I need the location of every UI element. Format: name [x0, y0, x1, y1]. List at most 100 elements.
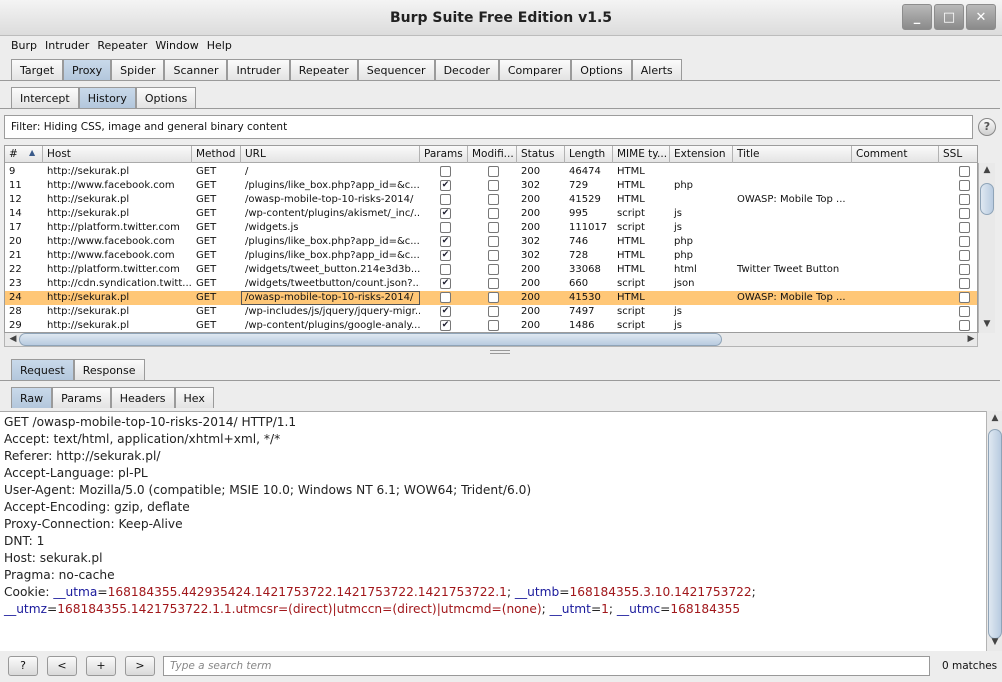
split-pane-grip[interactable] — [490, 350, 510, 354]
tab-target[interactable]: Target — [11, 59, 64, 80]
table-vertical-scrollbar[interactable]: ▲ ▼ — [978, 163, 995, 333]
row-modified-checkbox[interactable] — [488, 264, 499, 275]
menu-burp[interactable]: Burp — [7, 36, 41, 56]
row-params-checkbox[interactable]: ✔ — [440, 180, 451, 191]
row-params-checkbox[interactable] — [440, 292, 451, 303]
row-modified-checkbox[interactable] — [488, 208, 499, 219]
tab-comparer[interactable]: Comparer — [498, 59, 572, 80]
message-tab-response[interactable]: Response — [73, 359, 145, 380]
column-header-status[interactable]: Status — [517, 146, 565, 163]
help-button[interactable]: ? — [8, 656, 38, 676]
row-modified-checkbox[interactable] — [488, 292, 499, 303]
menu-repeater[interactable]: Repeater — [93, 36, 151, 56]
row-ssl-checkbox[interactable] — [959, 250, 970, 261]
column-header-num[interactable]: # ▲ — [5, 146, 43, 163]
minimize-button[interactable]: _ — [902, 4, 932, 30]
row-params-checkbox[interactable]: ✔ — [440, 208, 451, 219]
view-tab-params[interactable]: Params — [52, 387, 111, 408]
table-row[interactable]: 29 http://sekurak.pl GET/wp-content/plugin… — [5, 319, 977, 332]
menu-intruder[interactable]: Intruder — [41, 36, 93, 56]
row-modified-checkbox[interactable] — [488, 306, 499, 317]
menu-window[interactable]: Window — [151, 36, 202, 56]
column-header-extension[interactable]: Extension — [670, 146, 733, 163]
table-row[interactable]: 11 http://www.facebook.com GET/plugins/lik… — [5, 179, 977, 193]
tab-sequencer[interactable]: Sequencer — [357, 59, 435, 80]
row-params-checkbox[interactable] — [440, 222, 451, 233]
filter-bar[interactable]: Filter: Hiding CSS, image and general bi… — [4, 115, 973, 139]
row-ssl-checkbox[interactable] — [959, 180, 970, 191]
row-ssl-checkbox[interactable] — [959, 222, 970, 233]
row-modified-checkbox[interactable] — [488, 166, 499, 177]
tab-scanner[interactable]: Scanner — [164, 59, 228, 80]
table-horizontal-scrollbar[interactable]: ◀ ▶ — [4, 333, 978, 347]
tab-decoder[interactable]: Decoder — [434, 59, 499, 80]
row-params-checkbox[interactable]: ✔ — [440, 250, 451, 261]
proxy-tab-options[interactable]: Options — [135, 87, 197, 108]
request-editor[interactable]: GET /owasp-mobile-top-10-risks-2014/ HTT… — [0, 411, 986, 651]
tab-repeater[interactable]: Repeater — [289, 59, 358, 80]
maximize-button[interactable]: □ — [934, 4, 964, 30]
message-tab-request[interactable]: Request — [11, 359, 74, 380]
row-ssl-checkbox[interactable] — [959, 264, 970, 275]
row-ssl-checkbox[interactable] — [959, 320, 970, 331]
tab-intruder[interactable]: Intruder — [227, 59, 290, 80]
row-params-checkbox[interactable] — [440, 194, 451, 205]
row-modified-checkbox[interactable] — [488, 250, 499, 261]
previous-match-button[interactable]: < — [47, 656, 77, 676]
column-header-mime-ty[interactable]: MIME ty... — [613, 146, 670, 163]
table-row[interactable]: 12 http://sekurak.pl GET/owasp-mobile-top-… — [5, 193, 977, 207]
column-header-comment[interactable]: Comment — [852, 146, 939, 163]
close-button[interactable]: ✕ — [966, 4, 996, 30]
tab-options[interactable]: Options — [571, 59, 632, 80]
row-modified-checkbox[interactable] — [488, 320, 499, 331]
table-row[interactable]: 24 http://sekurak.pl GET/owasp-mobile-top-… — [5, 291, 977, 305]
scroll-right-arrow-icon[interactable]: ▶ — [963, 334, 979, 344]
row-params-checkbox[interactable] — [440, 264, 451, 275]
table-vertical-scroll-thumb[interactable] — [980, 183, 994, 215]
column-header-length[interactable]: Length — [565, 146, 613, 163]
table-row[interactable]: 22 http://platform.twitter.com GET/widgets… — [5, 263, 977, 277]
row-ssl-checkbox[interactable] — [959, 278, 970, 289]
editor-scroll-down-arrow-icon[interactable]: ▼ — [987, 637, 1002, 647]
editor-vertical-scroll-thumb[interactable] — [988, 429, 1002, 639]
row-params-checkbox[interactable]: ✔ — [440, 306, 451, 317]
row-ssl-checkbox[interactable] — [959, 208, 970, 219]
scroll-down-arrow-icon[interactable]: ▼ — [979, 319, 995, 329]
row-ssl-checkbox[interactable] — [959, 306, 970, 317]
proxy-tab-history[interactable]: History — [78, 87, 136, 108]
column-header-title[interactable]: Title — [733, 146, 852, 163]
row-ssl-checkbox[interactable] — [959, 292, 970, 303]
row-ssl-checkbox[interactable] — [959, 194, 970, 205]
add-button[interactable]: + — [86, 656, 116, 676]
view-tab-raw[interactable]: Raw — [11, 387, 53, 408]
column-header-modifi[interactable]: Modifi... — [468, 146, 517, 163]
column-header-url[interactable]: URL — [241, 146, 420, 163]
next-match-button[interactable]: > — [125, 656, 155, 676]
scroll-up-arrow-icon[interactable]: ▲ — [979, 165, 995, 175]
row-params-checkbox[interactable] — [440, 166, 451, 177]
column-header-params[interactable]: Params — [420, 146, 468, 163]
row-params-checkbox[interactable]: ✔ — [440, 236, 451, 247]
column-header-ssl[interactable]: SSL — [939, 146, 977, 163]
table-row[interactable]: 21 http://www.facebook.com GET/plugins/lik… — [5, 249, 977, 263]
tab-proxy[interactable]: Proxy — [63, 59, 112, 80]
search-input[interactable]: Type a search term — [163, 656, 930, 676]
row-modified-checkbox[interactable] — [488, 278, 499, 289]
view-tab-hex[interactable]: Hex — [174, 387, 214, 408]
tab-spider[interactable]: Spider — [111, 59, 165, 80]
table-row[interactable]: 20 http://www.facebook.com GET/plugins/lik… — [5, 235, 977, 249]
row-modified-checkbox[interactable] — [488, 236, 499, 247]
editor-scroll-up-arrow-icon[interactable]: ▲ — [987, 413, 1002, 423]
row-ssl-checkbox[interactable] — [959, 236, 970, 247]
tab-alerts[interactable]: Alerts — [631, 59, 682, 80]
menu-help[interactable]: Help — [203, 36, 236, 56]
table-row[interactable]: 23 http://cdn.syndication.twitt... GET/wid… — [5, 277, 977, 291]
row-modified-checkbox[interactable] — [488, 180, 499, 191]
row-modified-checkbox[interactable] — [488, 194, 499, 205]
table-row[interactable]: 9 http://sekurak.pl GET / 200 46474 HTML — [5, 165, 977, 179]
table-row[interactable]: 28 http://sekurak.pl GET/wp-includes/js/jq… — [5, 305, 977, 319]
proxy-tab-intercept[interactable]: Intercept — [11, 87, 79, 108]
row-params-checkbox[interactable]: ✔ — [440, 278, 451, 289]
row-modified-checkbox[interactable] — [488, 222, 499, 233]
column-header-host[interactable]: Host — [43, 146, 192, 163]
